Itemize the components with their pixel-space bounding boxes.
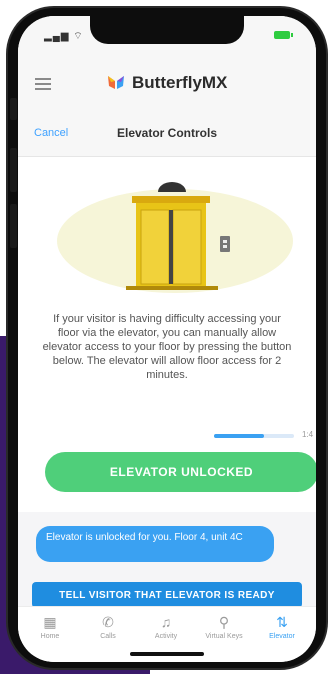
volume-up-button: [10, 148, 17, 192]
chat-message-bubble: Elevator is unlocked for you. Floor 4, u…: [36, 526, 274, 562]
tab-home[interactable]: ▦ Home: [22, 613, 78, 640]
timer-progress-bar: [214, 434, 294, 438]
battery-icon: [274, 31, 293, 39]
volume-down-button: [10, 204, 17, 248]
signal-icon: ▂▄▆ ⌔: [44, 31, 84, 42]
tab-calls-label: Calls: [100, 633, 116, 640]
key-icon: ⚲: [218, 614, 230, 630]
building-icon: ▦: [43, 614, 57, 630]
home-indicator[interactable]: [130, 652, 204, 656]
menu-icon[interactable]: [35, 78, 51, 90]
tab-virtual-keys[interactable]: ⚲ Virtual Keys: [196, 613, 252, 640]
tell-visitor-button[interactable]: TELL VISITOR THAT ELEVATOR IS READY: [32, 582, 302, 608]
bell-icon: ♫: [160, 614, 172, 630]
elevator-unlocked-button[interactable]: ELEVATOR UNLOCKED: [45, 452, 316, 492]
brand-name: ButterflyMX: [132, 73, 228, 92]
tab-calls[interactable]: ✆ Calls: [80, 613, 136, 640]
page-title: Elevator Controls: [116, 126, 218, 140]
tab-activity-label: Activity: [154, 633, 178, 640]
tab-elevator-label: Elevator: [269, 633, 295, 640]
instructions-text: If your visitor is having difficulty acc…: [42, 313, 292, 381]
tab-virtual-keys-label: Virtual Keys: [205, 633, 243, 640]
call-button-up: [223, 240, 227, 243]
tab-elevator[interactable]: ⇅ Elevator: [254, 613, 310, 640]
chat-area: Elevator is unlocked for you. Floor 4, u…: [18, 512, 316, 608]
elevator-header: [132, 196, 210, 203]
app-header: ButterflyMX: [18, 56, 316, 113]
tab-activity[interactable]: ♫ Activity: [138, 613, 194, 640]
elevator-door-right: [172, 209, 202, 285]
timer-label: 1:4: [302, 430, 314, 439]
elevator-icon: ⇅: [276, 614, 288, 630]
app-stage: ▂▄▆ ⌔ ButterflyMX Cancel Elevator Contro…: [0, 0, 331, 674]
door-gap: [169, 210, 173, 284]
brand-logo: ButterflyMX: [106, 73, 227, 93]
nav-bar: Cancel Elevator Controls: [18, 112, 316, 157]
butterfly-logo-icon: [108, 76, 124, 89]
call-button-down: [223, 245, 227, 248]
tab-home-label: Home: [40, 633, 60, 640]
elevator-door-left: [140, 209, 170, 285]
notch: [90, 16, 244, 44]
elevator-floor-line: [126, 286, 218, 290]
call-panel-icon: [220, 236, 230, 252]
floor-indicator-icon: [158, 182, 186, 192]
timer-progress-fill: [214, 434, 264, 438]
elevator-illustration: [40, 166, 300, 296]
phone-screen: ▂▄▆ ⌔ ButterflyMX Cancel Elevator Contro…: [18, 16, 316, 662]
mute-switch: [10, 98, 17, 120]
phone-icon: ✆: [102, 614, 114, 630]
